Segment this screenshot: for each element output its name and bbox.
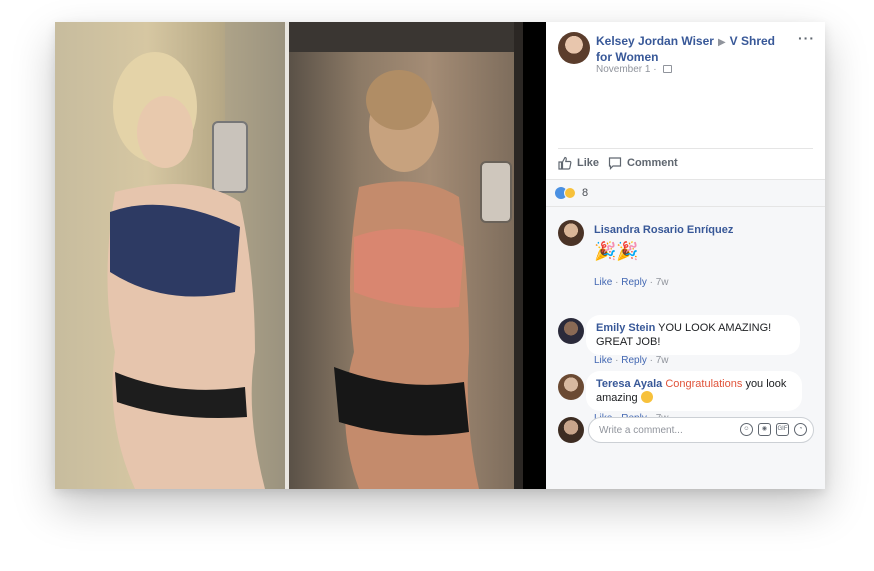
facebook-photo-post: Kelsey Jordan Wiser ▶ V Shred for Women No… (55, 22, 825, 489)
commenter-avatar[interactable] (558, 374, 584, 400)
like-button[interactable]: Like (558, 156, 599, 170)
commenter-name[interactable]: Lisandra Rosario Enríquez (594, 223, 748, 237)
comments-section: Lisandra Rosario Enríquez 🎉🎉 Like · Repl… (546, 207, 825, 489)
before-photo (55, 22, 285, 489)
comment-composer[interactable]: ☺ ◉ GIF ◔ (588, 417, 814, 443)
comment-meta: Like · Reply · 7w (594, 355, 669, 366)
camera-icon[interactable]: ◉ (758, 423, 771, 436)
comment-reply-link[interactable]: Reply (621, 277, 647, 288)
author-name-link[interactable]: Kelsey Jordan Wiser (596, 34, 714, 48)
post-timestamp-link[interactable]: November 1 (596, 64, 650, 75)
author-avatar[interactable] (558, 32, 590, 64)
commenter-name[interactable]: Emily Stein (596, 322, 655, 334)
sticker-icon[interactable]: ◔ (794, 423, 807, 436)
wow-reaction-icon (564, 187, 576, 199)
speech-bubble-icon (608, 157, 622, 170)
party-sticker-icon: 🎉🎉 (594, 241, 639, 261)
smiley-emoji-icon (640, 391, 653, 403)
comment-bubble: Lisandra Rosario Enríquez 🎉🎉 (586, 217, 756, 267)
thumbs-up-icon (558, 156, 572, 170)
comment-meta: Like · Reply · 7w (594, 277, 669, 288)
comment-bubble: Emily Stein YOU LOOK AMAZING! GREAT JOB! (586, 315, 800, 355)
comment-highlight-text: Congratulations (665, 378, 743, 390)
comment-bubble: Teresa Ayala Congratulations you look am… (586, 371, 802, 411)
reaction-count: 8 (582, 187, 589, 199)
like-label: Like (577, 157, 600, 169)
reactions-summary[interactable]: 8 (546, 179, 825, 207)
comment-input[interactable] (599, 423, 729, 437)
gif-icon[interactable]: GIF (776, 423, 789, 436)
after-figure-illustration (289, 22, 523, 489)
arrow-right-icon: ▶ (717, 37, 726, 48)
post-side-panel: Kelsey Jordan Wiser ▶ V Shred for Women No… (546, 22, 825, 489)
post-date: November 1 · (596, 64, 673, 75)
commenter-name[interactable]: Teresa Ayala (596, 378, 662, 390)
audience-icon[interactable] (663, 65, 673, 73)
commenter-avatar[interactable] (558, 318, 584, 344)
commenter-avatar[interactable] (558, 220, 584, 246)
photo-letterbox (523, 22, 546, 489)
post-photo[interactable] (55, 22, 546, 489)
comment-reply-link[interactable]: Reply (621, 355, 647, 366)
comment-button[interactable]: Comment (608, 156, 678, 170)
comment-time[interactable]: 7w (656, 355, 669, 366)
post-header: Kelsey Jordan Wiser ▶ V Shred for Women (596, 34, 786, 65)
divider (558, 148, 813, 149)
current-user-avatar (558, 417, 584, 443)
after-photo (289, 22, 523, 489)
composer-icons: ☺ ◉ GIF ◔ (740, 423, 807, 436)
comment-like-link[interactable]: Like (594, 277, 612, 288)
before-figure-illustration (107, 22, 285, 489)
comment-like-link[interactable]: Like (594, 355, 612, 366)
more-options-button[interactable]: ··· (798, 30, 815, 46)
emoji-icon[interactable]: ☺ (740, 423, 753, 436)
comment-label: Comment (627, 157, 678, 169)
comment-time[interactable]: 7w (656, 277, 669, 288)
